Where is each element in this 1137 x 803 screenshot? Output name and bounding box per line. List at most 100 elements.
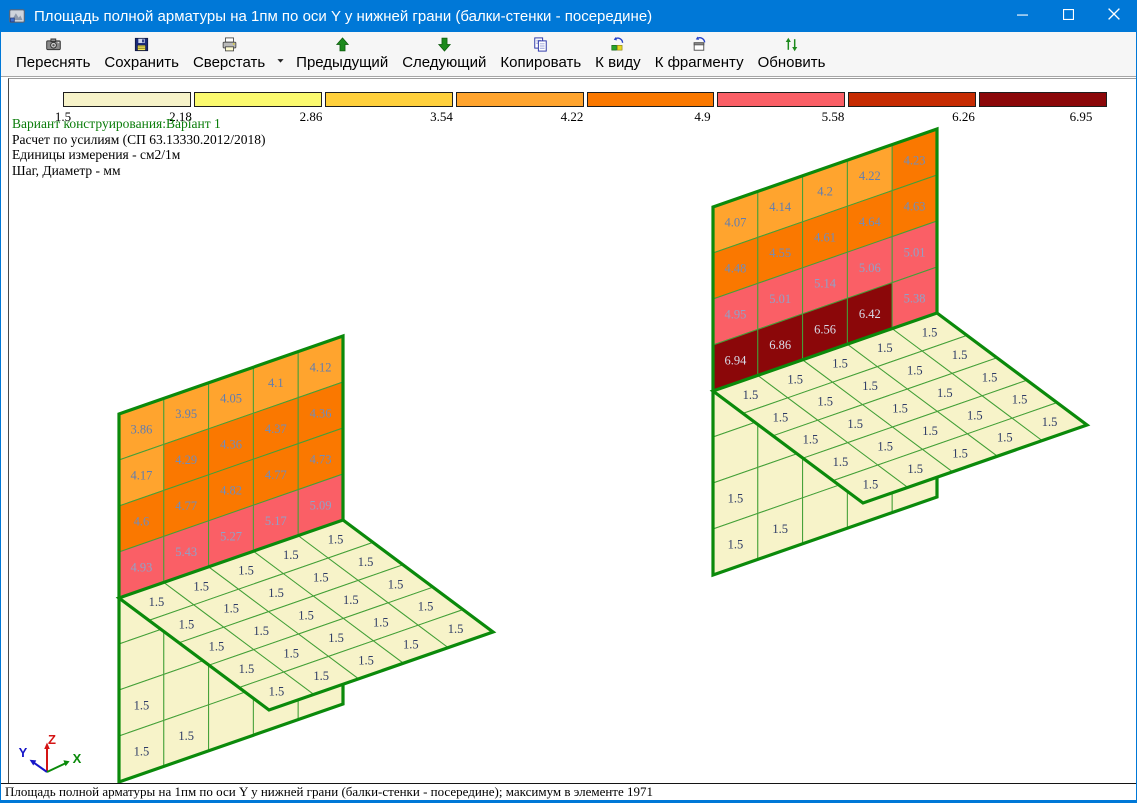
cell-value-label: 1.5	[283, 647, 299, 661]
maximize-icon	[1063, 7, 1074, 25]
cell-value-label: 4.95	[724, 308, 746, 322]
next-button[interactable]: Следующий	[395, 32, 493, 76]
to-fragment-button-label: К фрагменту	[655, 54, 744, 71]
cell-value-label: 1.5	[269, 685, 285, 699]
cell-value-label: 1.5	[134, 745, 150, 759]
cell-value-label: 4.93	[130, 561, 152, 575]
cell-value-label: 1.5	[832, 357, 848, 371]
to-fragment-button[interactable]: К фрагменту	[648, 32, 751, 76]
cell-value-label: 1.5	[1042, 415, 1058, 429]
cell-value-label: 4.17	[130, 469, 152, 483]
cell-value-label: 3.95	[175, 407, 197, 421]
x-axis-label: X	[73, 751, 82, 766]
print-button[interactable]: Сверстать	[186, 32, 272, 76]
left-structure: 3.863.954.054.14.124.174.294.364.374.364…	[119, 336, 493, 782]
print-dropdown-button[interactable]	[272, 32, 289, 76]
x-axis	[47, 764, 65, 773]
save-button-label: Сохранить	[104, 54, 179, 71]
cell-value-label: 6.56	[814, 323, 836, 337]
to-view-button-label: К виду	[595, 54, 641, 71]
cell-value-label: 1.5	[448, 622, 464, 636]
cell-value-label: 4.22	[859, 169, 881, 183]
cell-value-label: 5.38	[904, 291, 926, 305]
refresh-button[interactable]: Обновить	[751, 32, 833, 76]
minimize-button[interactable]	[999, 0, 1045, 32]
cell-value-label: 4.61	[814, 231, 836, 245]
previous-button[interactable]: Предыдущий	[289, 32, 395, 76]
cell-value-label: 4.63	[904, 199, 926, 213]
cell-value-label: 6.94	[724, 354, 747, 368]
cell-value-label: 1.5	[328, 631, 344, 645]
cell-value-label: 1.5	[134, 699, 150, 713]
cell-value-label: 4.36	[220, 438, 242, 452]
cell-value-label: 1.5	[892, 402, 908, 416]
cell-value-label: 4.77	[175, 499, 197, 513]
cell-value-label: 4.1	[268, 376, 284, 390]
cell-value-label: 1.5	[358, 653, 374, 667]
cell-value-label: 4.12	[310, 360, 332, 374]
close-icon	[1108, 7, 1120, 25]
close-button[interactable]	[1091, 0, 1137, 32]
right-structure: 4.074.144.24.224.234.484.554.614.644.634…	[713, 129, 1087, 575]
cell-value-label: 1.5	[253, 624, 269, 638]
minimize-icon	[1017, 7, 1028, 25]
cell-value-label: 1.5	[239, 662, 255, 676]
z-axis-label: Z	[48, 732, 56, 747]
cell-value-label: 1.5	[283, 548, 299, 562]
to-fragment-icon	[691, 36, 708, 53]
axes-triad: ZYX	[19, 732, 82, 772]
arrow-down-icon	[436, 36, 453, 53]
cell-value-label: 1.5	[238, 564, 254, 578]
cell-value-label: 4.6	[134, 515, 150, 529]
window-title: Площадь полной арматуры на 1пм по оси Y …	[34, 8, 652, 25]
cell-value-label: 1.5	[343, 593, 359, 607]
arrow-up-icon	[334, 36, 351, 53]
cell-value-label: 4.73	[310, 452, 332, 466]
cell-value-label: 1.5	[388, 577, 404, 591]
print-button-label: Сверстать	[193, 54, 265, 71]
model-canvas: 3.863.954.054.14.124.174.294.364.374.364…	[9, 79, 1137, 784]
cell-value-label: 1.5	[982, 370, 998, 384]
to-view-button[interactable]: К виду	[588, 32, 648, 76]
next-button-label: Следующий	[402, 54, 486, 71]
cell-value-label: 1.5	[403, 638, 419, 652]
refresh-icon	[783, 36, 800, 53]
printer-icon	[221, 36, 238, 53]
cell-value-label: 1.5	[847, 417, 863, 431]
save-button[interactable]: Сохранить	[97, 32, 186, 76]
cell-value-label: 4.14	[769, 200, 792, 214]
cell-value-label: 1.5	[358, 555, 374, 569]
cell-value-label: 1.5	[178, 729, 194, 743]
copy-button-label: Копировать	[500, 54, 581, 71]
cell-value-label: 1.5	[772, 522, 788, 536]
chevron-down-icon	[275, 53, 286, 64]
to-view-icon	[609, 36, 626, 53]
cell-value-label: 3.86	[130, 423, 152, 437]
status-text: Площадь полной арматуры на 1пм по оси Y …	[5, 784, 653, 800]
app-icon	[8, 7, 26, 25]
copy-button[interactable]: Копировать	[493, 32, 588, 76]
resnap-button[interactable]: Переснять	[9, 32, 97, 76]
cell-value-label: 1.5	[773, 410, 789, 424]
cell-value-label: 4.37	[265, 422, 287, 436]
cell-value-label: 5.17	[265, 514, 287, 528]
cell-value-label: 1.5	[877, 440, 893, 454]
status-bar: Площадь полной арматуры на 1пм по оси Y …	[0, 783, 1137, 800]
cell-value-label: 5.43	[175, 545, 197, 559]
cell-value-label: 1.5	[907, 462, 923, 476]
cell-value-label: 1.5	[743, 388, 759, 402]
cell-value-label: 5.09	[310, 498, 332, 512]
cell-value-label: 6.86	[769, 338, 791, 352]
cell-value-label: 1.5	[268, 586, 284, 600]
maximize-button[interactable]	[1045, 0, 1091, 32]
cell-value-label: 1.5	[967, 408, 983, 422]
cell-value-label: 4.48	[724, 262, 746, 276]
cell-value-label: 4.77	[265, 468, 287, 482]
resnap-button-label: Переснять	[16, 54, 90, 71]
cell-value-label: 1.5	[833, 455, 849, 469]
cell-value-label: 1.5	[328, 533, 344, 547]
refresh-button-label: Обновить	[758, 54, 826, 71]
cell-value-label: 4.55	[769, 246, 791, 260]
cell-value-label: 1.5	[223, 602, 239, 616]
cell-value-label: 1.5	[1012, 393, 1028, 407]
